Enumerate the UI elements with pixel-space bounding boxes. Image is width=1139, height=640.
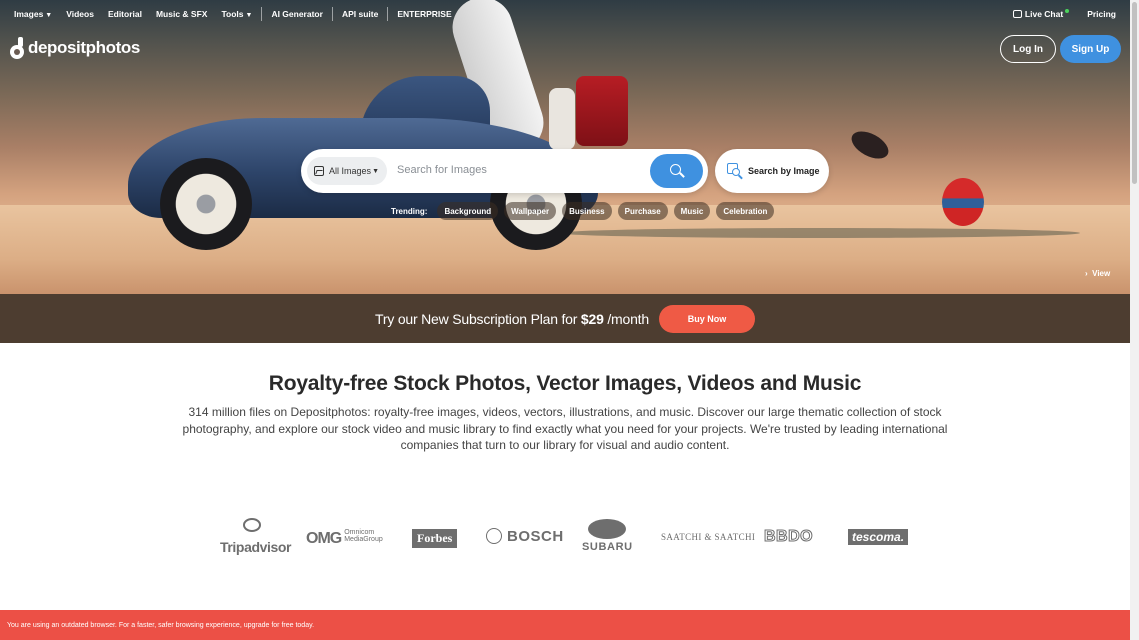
depositphotos-logo[interactable]: depositphotos [10, 37, 140, 59]
chat-icon [1012, 10, 1022, 18]
hero-beach-ball [942, 178, 984, 226]
hero-car-wheel-front [160, 158, 252, 250]
login-button[interactable]: Log In [1000, 35, 1056, 63]
search-icon [669, 164, 685, 178]
subaru-stars-icon [588, 519, 627, 539]
omnicom-logo-text: OMG [306, 530, 342, 547]
bosch-armature-icon [486, 528, 502, 544]
bosch-logo-text: BOSCH [507, 528, 564, 545]
promo-price: $29 [580, 310, 604, 327]
nav-enterprise[interactable]: ENTERPRISE [390, 9, 458, 19]
nav-tools-label: Tools [221, 9, 244, 19]
scrollbar-thumb[interactable] [1132, 2, 1137, 184]
hero-car-shadow [560, 228, 1080, 238]
hero-thermos [549, 88, 575, 150]
online-status-dot [1065, 9, 1070, 13]
depositphotos-logo-icon [10, 37, 24, 59]
omnicom-logo-sub-2: MediaGroup [344, 536, 383, 543]
nav-images[interactable]: Images ▼ [0, 9, 59, 19]
nav-ai-generator[interactable]: AI Generator [264, 9, 330, 19]
nav-tools[interactable]: Tools ▼ [214, 9, 259, 19]
pricing-link[interactable]: Pricing [1087, 9, 1116, 19]
nav-editorial[interactable]: Editorial [101, 9, 149, 19]
promo-text-before: Try our New Subscription Plan for [375, 310, 581, 327]
subaru-logo: SUBARU [582, 519, 633, 553]
omnicom-logo-sub-1: Omnicom [344, 529, 375, 536]
trending-tags: Trending: Background Wallpaper Business … [391, 202, 775, 220]
nav-videos[interactable]: Videos [59, 9, 101, 19]
page: Images ▼ Videos Editorial Music & SFX Too… [0, 0, 1130, 640]
chevron-right-icon: › [1085, 269, 1088, 278]
trending-chip-background[interactable]: Background [437, 202, 499, 220]
hero-banner: Images ▼ Videos Editorial Music & SFX Too… [0, 0, 1130, 294]
signup-button[interactable]: Sign Up [1060, 35, 1121, 63]
view-label: View [1092, 269, 1111, 278]
top-nav: Images ▼ Videos Editorial Music & SFX Too… [0, 0, 1130, 28]
alert-message: You are using an outdated browser. For a… [7, 621, 315, 629]
forbes-logo: Forbes [412, 529, 458, 548]
live-chat-link[interactable]: Live Chat [1012, 9, 1070, 19]
hero-flying-hat [847, 125, 893, 165]
nav-divider [387, 7, 389, 21]
nav-divider [331, 7, 333, 21]
search-input[interactable]: Search for Images [397, 164, 487, 176]
promo-text-after: /month [603, 310, 649, 327]
view-image-link[interactable]: › View [1085, 269, 1110, 278]
tescoma-logo: tescoma. [848, 529, 909, 545]
live-chat-label: Live Chat [1024, 9, 1064, 19]
trending-chip-music[interactable]: Music [673, 202, 711, 220]
promo-text: Try our New Subscription Plan for $29 /m… [375, 311, 649, 327]
nav-divider [261, 7, 263, 21]
outdated-browser-alert[interactable]: You are using an outdated browser. For a… [0, 610, 1130, 640]
owl-icon [243, 518, 261, 532]
search-bar: All Images ▼ Search for Images [301, 149, 708, 193]
image-icon [314, 166, 324, 176]
page-title: Royalty-free Stock Photos, Vector Images… [268, 372, 862, 395]
trending-chip-business[interactable]: Business [562, 202, 612, 220]
subaru-logo-text: SUBARU [582, 541, 633, 553]
trending-chip-purchase[interactable]: Purchase [617, 202, 668, 220]
tripadvisor-logo-text: Tripadvisor [220, 539, 292, 555]
nav-images-label: Images [14, 9, 44, 19]
trending-chip-wallpaper[interactable]: Wallpaper [504, 202, 557, 220]
top-nav-right: Live Chat Pricing [1012, 0, 1116, 28]
saatchi-logo: SAATCHI & SAATCHI [661, 532, 756, 542]
trending-label: Trending: [391, 206, 428, 216]
trending-chip-celebration[interactable]: Celebration [716, 202, 775, 220]
chevron-down-icon: ▼ [245, 12, 253, 19]
logo-text: depositphotos [28, 38, 140, 57]
bosch-logo: BOSCH [486, 528, 564, 545]
omnicom-logo: OMG Omnicom MediaGroup [306, 529, 383, 548]
bbdo-logo: BBDO [763, 528, 814, 546]
buy-now-button[interactable]: Buy Now [658, 304, 755, 333]
search-type-label: All Images [329, 166, 372, 176]
hero-suitcase [576, 76, 628, 146]
image-search-icon [727, 163, 743, 180]
nav-music-sfx[interactable]: Music & SFX [149, 9, 214, 19]
tripadvisor-logo: Tripadvisor [220, 518, 292, 555]
page-scrollbar[interactable] [1130, 0, 1139, 640]
chevron-down-icon: ▼ [372, 167, 379, 175]
nav-api-suite[interactable]: API suite [335, 9, 385, 19]
page-description: 314 million files on Depositphotos: roya… [182, 405, 948, 452]
search-by-image-label: Search by Image [748, 166, 820, 176]
client-logos: Tripadvisor OMG Omnicom MediaGroup Forbes … [216, 517, 916, 559]
search-type-dropdown[interactable]: All Images ▼ [307, 157, 387, 185]
search-by-image-button[interactable]: Search by Image [715, 149, 829, 193]
subscription-promo-banner: Try our New Subscription Plan for $29 /m… [0, 294, 1130, 343]
chevron-down-icon: ▼ [45, 12, 53, 19]
search-button[interactable] [650, 154, 703, 188]
